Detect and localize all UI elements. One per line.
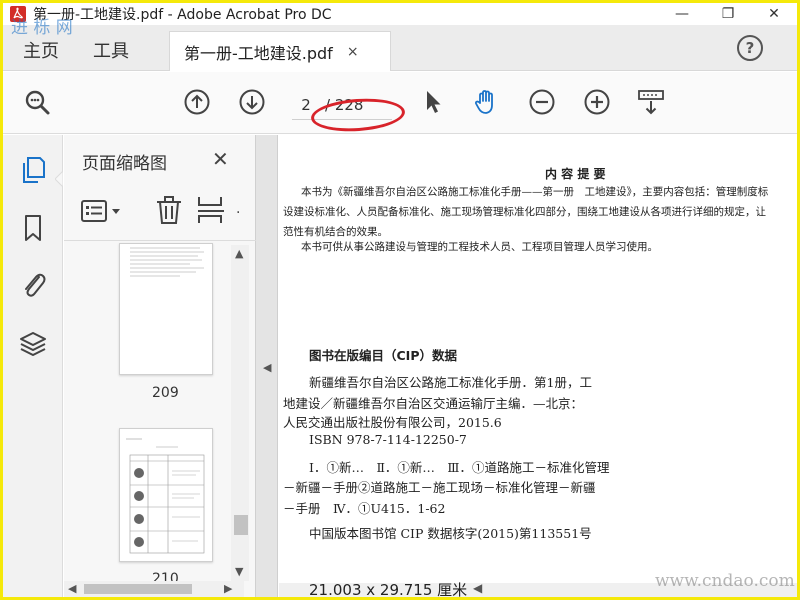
document-page-view[interactable]: 内 容 提 要 本书为《新疆维吾尔自治区公路施工标准化手册——第一册 工地建设》… xyxy=(279,135,797,585)
thumbnails-vertical-scrollbar[interactable]: ▲ ▼ xyxy=(231,245,249,581)
scroll-mode-icon[interactable] xyxy=(637,88,665,116)
cip-line-5: Ⅰ．①新… Ⅱ．①新… Ⅲ．①道路施工－标准化管理 xyxy=(309,460,610,475)
vertical-scroll-thumb[interactable] xyxy=(234,515,248,535)
maximize-button[interactable]: ❐ xyxy=(705,3,751,25)
page-thumbnails-panel: 页面缩略图 ✕ · 209 210 ▲ ▼ ◀ ▶ xyxy=(64,135,256,597)
acrobat-window: 第一册-工地建设.pdf - Adobe Acrobat Pro DC — ❐ … xyxy=(3,3,797,597)
document-tab-label: 第一册-工地建设.pdf xyxy=(184,43,333,63)
panel-close-button[interactable]: ✕ xyxy=(212,147,229,171)
cip-line-2: 地建设／新疆维吾尔自治区交通运输厅主编．—北京： xyxy=(283,396,584,411)
zoom-out-icon[interactable] xyxy=(528,88,556,116)
left-navigation-rail xyxy=(3,135,63,597)
horizontal-scroll-thumb[interactable] xyxy=(84,584,192,594)
summary-line-1: 本书为《新疆维吾尔自治区公路施工标准化手册——第一册 工地建设》，主要内容包括：… xyxy=(301,186,769,198)
layers-icon[interactable] xyxy=(19,329,47,359)
cip-line-8: 中国版本图书馆 CIP 数据核字(2015)第113551号 xyxy=(309,526,592,541)
tab-home[interactable]: 主页 xyxy=(23,37,59,63)
page-thumbnails-icon[interactable] xyxy=(19,155,47,185)
thumbnail-text-preview xyxy=(130,247,204,277)
help-button[interactable]: ? xyxy=(737,35,763,61)
toolbar: / 228 xyxy=(3,72,797,134)
tab-tools[interactable]: 工具 xyxy=(93,37,129,63)
zoom-in-icon[interactable] xyxy=(583,88,611,116)
thumbnail-page-209[interactable] xyxy=(119,243,213,375)
hand-tool-icon[interactable] xyxy=(472,88,500,116)
thumbnail-label-209: 209 xyxy=(152,385,179,401)
previous-page-icon[interactable] xyxy=(183,88,211,116)
close-window-button[interactable]: ✕ xyxy=(751,3,797,25)
search-zoom-icon[interactable] xyxy=(23,88,51,116)
thumbnail-options-icon[interactable] xyxy=(80,199,124,223)
tab-bar: 主页 工具 第一册-工地建设.pdf × ? xyxy=(3,25,797,71)
scroll-left-arrow-icon[interactable]: ◀ xyxy=(68,582,76,595)
window-title: 第一册-工地建设.pdf - Adobe Acrobat Pro DC xyxy=(33,7,332,23)
cip-line-6: －新疆－手册②道路施工－施工现场－标准化管理－新疆 xyxy=(283,480,596,495)
thumbnails-horizontal-scrollbar[interactable]: ◀ ▶ xyxy=(64,581,244,597)
page-size-readout: 21.003 x 29.715 厘米 xyxy=(309,581,468,597)
more-tools-dot[interactable]: · xyxy=(236,205,240,221)
title-bar: 第一册-工地建设.pdf - Adobe Acrobat Pro DC — ❐ … xyxy=(3,3,797,25)
cip-line-1: 新疆维吾尔自治区公路施工标准化手册．第1册，工 xyxy=(309,375,592,390)
collapse-arrow-icon[interactable]: ◀ xyxy=(263,361,271,374)
minimize-button[interactable]: — xyxy=(659,3,705,25)
panel-title: 页面缩略图 xyxy=(82,154,167,174)
thumbnail-table-preview xyxy=(126,438,205,554)
delete-page-icon[interactable] xyxy=(154,195,184,225)
watermark-bottom-right: www.cndao.com xyxy=(655,571,795,591)
watermark-top-left: 进 栎 网 xyxy=(11,18,73,38)
summary-line-4: 本书可供从事公路建设与管理的工程技术人员、工程项目管理人员学习使用。 xyxy=(301,241,658,253)
extract-pages-icon[interactable] xyxy=(196,195,226,225)
summary-line-3: 范性有机结合的效果。 xyxy=(283,226,388,238)
summary-line-2: 设建设标准化、人员配备标准化、施工现场管理标准化四部分，围绕工地建设从各项进行详… xyxy=(283,206,766,218)
panel-collapse-handle[interactable]: ◀ xyxy=(256,135,278,597)
thumbnail-page-210[interactable] xyxy=(119,428,213,562)
window-controls: — ❐ ✕ xyxy=(659,3,797,25)
next-page-icon[interactable] xyxy=(238,88,266,116)
scroll-right-arrow-icon[interactable]: ▶ xyxy=(224,582,232,595)
bookmarks-icon[interactable] xyxy=(19,213,47,243)
cip-line-4: ISBN 978-7-114-12250-7 xyxy=(309,432,467,447)
summary-heading: 内 容 提 要 xyxy=(545,167,606,181)
select-cursor-icon[interactable] xyxy=(419,88,447,116)
panel-toolbar: · xyxy=(80,195,250,227)
scroll-up-arrow-icon[interactable]: ▲ xyxy=(235,247,243,260)
attachments-icon[interactable] xyxy=(19,269,47,299)
cip-heading: 图书在版编目（CIP）数据 xyxy=(309,348,457,363)
cip-line-3: 人民交通出版社股份有限公司，2015.6 xyxy=(283,415,502,430)
scroll-down-arrow-icon[interactable]: ▼ xyxy=(235,565,243,578)
status-scroll-left-icon[interactable]: ◀ xyxy=(473,581,482,595)
panel-divider xyxy=(64,240,256,241)
cip-line-7: －手册 Ⅳ．①U415．1-62 xyxy=(283,501,446,516)
rail-selection-pointer xyxy=(55,171,63,187)
tab-document[interactable]: 第一册-工地建设.pdf × xyxy=(169,31,391,71)
document-tab-close-button[interactable]: × xyxy=(347,44,359,60)
